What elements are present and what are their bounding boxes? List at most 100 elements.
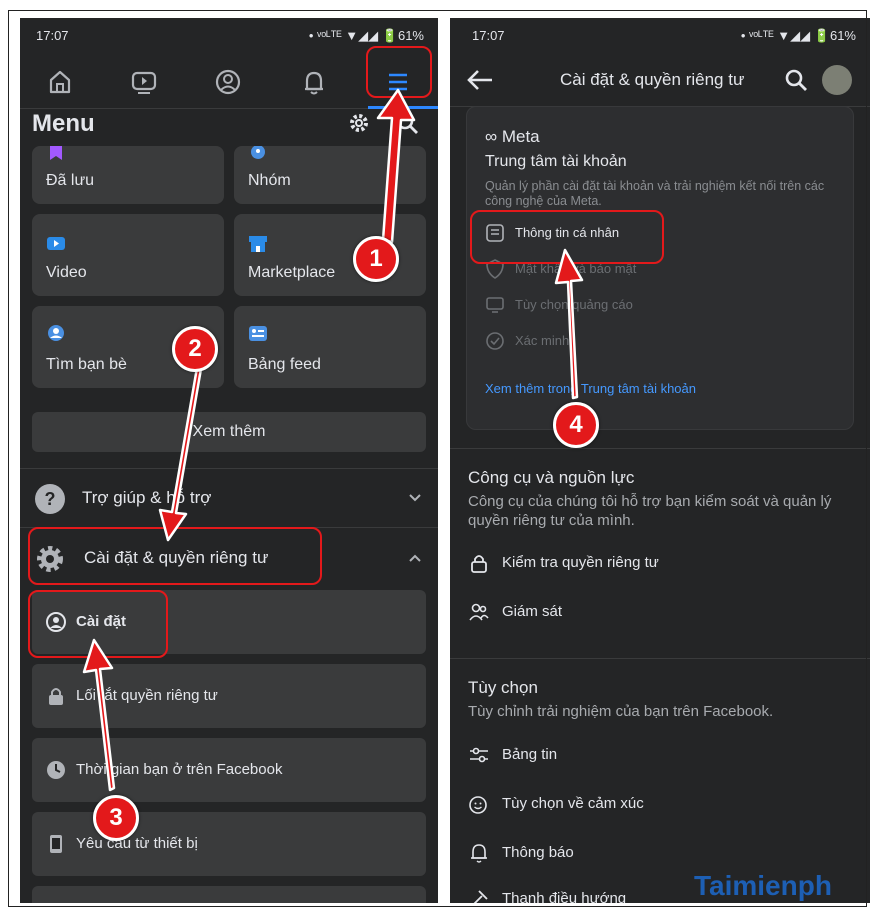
notifications-item[interactable]: Thông báo <box>468 838 848 868</box>
help-icon: ? <box>34 483 66 515</box>
settings-privacy-row[interactable]: Cài đặt & quyền riêng tư <box>20 531 438 587</box>
tile-label: Bảng feed <box>248 356 321 373</box>
status-time: 17:07 <box>472 28 505 43</box>
status-icons: • ᵛᵒᴸᵀᴱ ▼◢◢ 🔋61% <box>740 28 856 43</box>
home-icon[interactable] <box>42 64 78 100</box>
status-bar: 17:07 • ᵛᵒᴸᵀᴱ ▼◢◢ 🔋61% <box>20 18 438 52</box>
monitor-icon <box>485 295 505 315</box>
video-icon <box>46 234 66 254</box>
gear-icon <box>34 543 66 575</box>
time-on-facebook-label: Thời gian bạn ở trên Facebook <box>76 761 283 778</box>
friends-icon <box>46 324 66 344</box>
accounts-center-description: Quản lý phần cài đặt tài khoản và trải n… <box>485 179 825 208</box>
left-screenshot: 17:07 • ᵛᵒᴸᵀᴱ ▼◢◢ 🔋61% Menu Đã lưu Nhóm <box>20 18 438 903</box>
right-screenshot: 17:07 • ᵛᵒᴸᵀᴱ ▼◢◢ 🔋61% Cài đặt & quyền r… <box>450 18 870 903</box>
divider <box>20 527 438 528</box>
tile-label: Tìm bạn bè <box>46 356 127 373</box>
shield-icon <box>485 259 505 279</box>
profile-circle-icon <box>46 612 66 632</box>
tile-label: Video <box>46 264 87 281</box>
lock-icon <box>46 686 66 706</box>
help-support-row[interactable]: ? Trợ giúp & hỗ trợ <box>20 471 438 527</box>
settings-header: Cài đặt & quyền riêng tư <box>450 56 870 107</box>
privacy-checkup-label: Kiểm tra quyền riêng tư <box>502 554 659 571</box>
verification-label: Xác minh <box>515 333 570 348</box>
accounts-center-title: Trung tâm tài khoản <box>485 153 627 170</box>
accounts-center-link[interactable]: Xem thêm trong Trung tâm tài khoản <box>485 381 696 396</box>
menu-title: Menu <box>32 110 95 137</box>
settings-label: Cài đặt <box>76 613 127 630</box>
search-icon[interactable] <box>784 68 808 92</box>
settings-item[interactable]: Cài đặt <box>32 590 426 654</box>
personal-info-label: Thông tin cá nhân <box>515 225 620 240</box>
groups-icon <box>248 145 268 166</box>
supervision-item[interactable]: Giám sát <box>468 597 848 627</box>
tile-label: Đã lưu <box>46 172 95 189</box>
privacy-shortcuts-item[interactable]: Lối tắt quyền riêng tư <box>32 664 426 728</box>
personal-info-item[interactable]: Thông tin cá nhân <box>485 219 785 247</box>
people-icon <box>468 601 490 623</box>
tile-feeds[interactable]: Bảng feed <box>234 306 426 388</box>
divider <box>450 658 870 659</box>
tools-section-description: Công cụ của chúng tôi hỗ trợ bạn kiểm so… <box>468 493 832 529</box>
privacy-checkup-item[interactable]: Kiểm tra quyền riêng tư <box>468 548 848 578</box>
notifications-label: Thông báo <box>502 844 574 861</box>
feed-icon <box>248 324 268 344</box>
privacy-shortcuts-label: Lối tắt quyền riêng tư <box>76 687 218 704</box>
step-badge-2: 2 <box>172 326 218 372</box>
back-arrow-icon[interactable] <box>466 68 494 92</box>
clock-icon <box>46 760 66 780</box>
check-circle-icon <box>485 331 505 351</box>
reaction-preferences-label: Tùy chọn về cảm xúc <box>502 795 644 812</box>
page-title: Cài đặt & quyền riêng tư <box>560 70 745 89</box>
ad-preferences-label: Tùy chọn quảng cáo <box>515 297 633 312</box>
top-nav-bar <box>20 56 438 109</box>
phone-icon <box>46 834 66 854</box>
see-more-button[interactable]: Xem thêm <box>32 412 426 452</box>
more-item[interactable] <box>32 886 426 903</box>
tile-groups[interactable]: Nhóm <box>234 145 426 204</box>
hamburger-menu-icon[interactable] <box>380 64 416 100</box>
search-icon[interactable] <box>394 110 420 136</box>
pin-icon <box>468 888 490 903</box>
status-bar: 17:07 • ᵛᵒᴸᵀᴱ ▼◢◢ 🔋61% <box>450 18 870 52</box>
tools-section-title: Công cụ và nguồn lực <box>468 468 635 487</box>
meta-logo: ∞ Meta <box>485 127 540 146</box>
ad-preferences-item[interactable]: Tùy chọn quảng cáo <box>485 291 785 319</box>
bell-icon <box>468 842 490 864</box>
reaction-preferences-item[interactable]: Tùy chọn về cảm xúc <box>468 789 848 819</box>
tile-label: Nhóm <box>248 172 291 189</box>
lock-icon <box>468 552 490 574</box>
device-requests-label: Yêu cầu từ thiết bị <box>76 835 198 852</box>
step-badge-4: 4 <box>553 402 599 448</box>
password-security-item[interactable]: Mật khẩu và bảo mật <box>485 255 785 283</box>
watch-icon[interactable] <box>126 64 162 100</box>
divider <box>450 448 870 449</box>
chevron-up-icon <box>408 551 422 565</box>
step-badge-1: 1 <box>353 236 399 282</box>
time-on-facebook-item[interactable]: Thời gian bạn ở trên Facebook <box>32 738 426 802</box>
emoji-icon <box>468 793 490 815</box>
verification-item[interactable]: Xác minh <box>485 327 785 355</box>
active-tab-indicator <box>368 106 438 109</box>
avatar[interactable] <box>822 65 852 95</box>
id-card-icon <box>485 223 505 243</box>
sliders-icon <box>468 744 490 766</box>
help-support-label: Trợ giúp & hỗ trợ <box>82 488 212 507</box>
tile-video[interactable]: Video <box>32 214 224 296</box>
accounts-center-card: ∞ Meta Trung tâm tài khoản Quản lý phần … <box>466 106 854 430</box>
tile-saved[interactable]: Đã lưu <box>32 146 224 204</box>
gear-icon[interactable] <box>346 110 372 136</box>
preferences-section-title: Tùy chọn <box>468 678 538 697</box>
status-time: 17:07 <box>36 28 69 43</box>
status-icons: • ᵛᵒᴸᵀᴱ ▼◢◢ 🔋61% <box>308 28 424 43</box>
news-feed-label: Bảng tin <box>502 746 558 763</box>
news-feed-item[interactable]: Bảng tin <box>468 740 848 770</box>
bell-icon[interactable] <box>296 64 332 100</box>
shop-icon <box>248 234 268 254</box>
svg-text:?: ? <box>45 489 56 509</box>
device-requests-item[interactable]: Yêu cầu từ thiết bị <box>32 812 426 876</box>
navigation-bar-label: Thanh điều hướng <box>502 890 627 903</box>
profile-icon[interactable] <box>210 64 246 100</box>
supervision-label: Giám sát <box>502 603 563 620</box>
